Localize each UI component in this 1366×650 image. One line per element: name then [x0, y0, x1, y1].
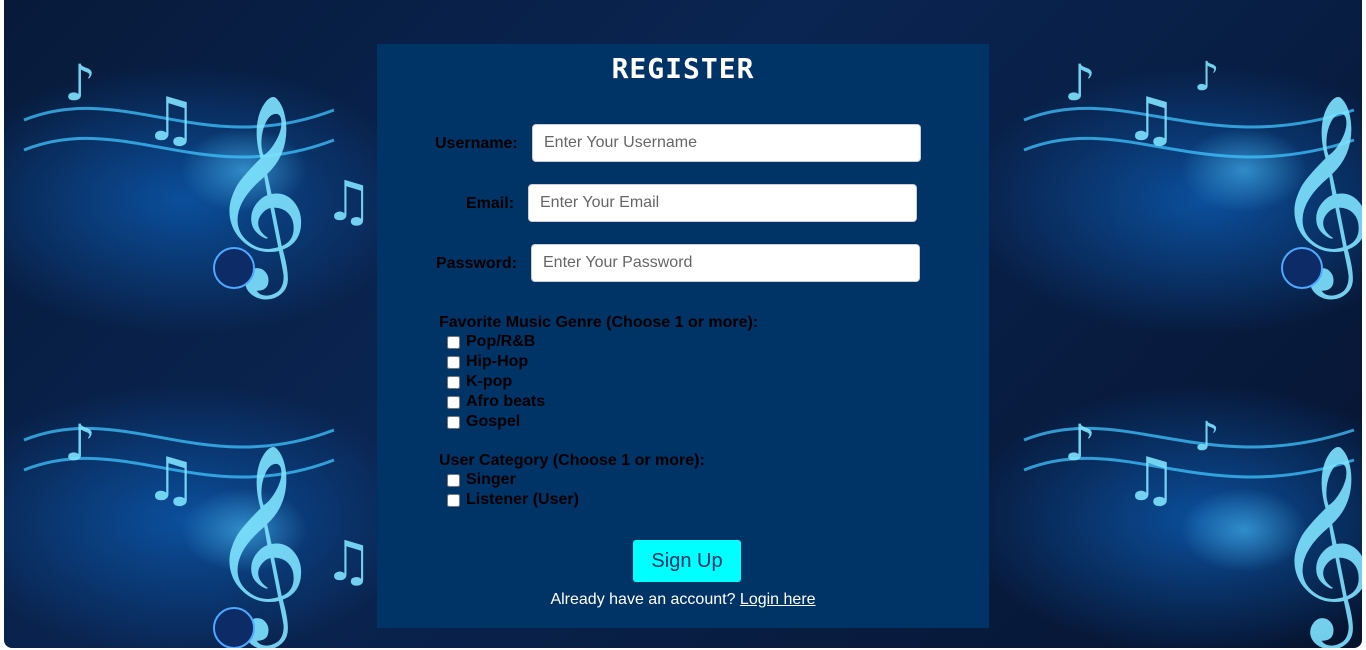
- music-note-icon: ♪: [64, 54, 96, 112]
- genre-option-label: Pop/R&B: [466, 333, 536, 350]
- genre-option[interactable]: Gospel: [445, 412, 520, 432]
- genre-option-label: Gospel: [466, 413, 521, 430]
- page-title: REGISTER: [611, 52, 755, 85]
- email-input[interactable]: [528, 184, 917, 222]
- genre-option[interactable]: Afro beats: [445, 392, 545, 412]
- genre-checkbox-gospel[interactable]: [447, 415, 460, 429]
- page-background: 𝄞 𝄞 𝄞 𝄞 ♫ ♪ ♫ ♫ ♪ ♫ ♫ ♪ ♪ ♫ ♪ ♪ REGISTER…: [4, 0, 1362, 648]
- email-label: Email:: [466, 195, 515, 212]
- category-checkbox-singer[interactable]: [447, 473, 460, 487]
- genre-option[interactable]: Pop/R&B: [445, 332, 535, 352]
- password-label: Password:: [436, 255, 517, 272]
- music-note-icon: ♫: [144, 445, 198, 515]
- login-prompt-text: Already have an account?: [550, 591, 736, 608]
- username-input[interactable]: [532, 124, 921, 162]
- login-link[interactable]: Login here: [740, 591, 816, 608]
- genre-checkbox-hip-hop[interactable]: [447, 355, 460, 369]
- genre-option-label: Hip-Hop: [466, 353, 529, 370]
- genre-checkbox-pop-rnb[interactable]: [447, 335, 460, 349]
- music-note-icon: ♪: [64, 414, 96, 472]
- music-note-icon: ♪: [1064, 54, 1096, 112]
- music-note-icon: ♫: [144, 85, 198, 155]
- register-card: REGISTER Username: Email: Password: Favo…: [377, 44, 989, 628]
- sign-up-button[interactable]: Sign Up: [633, 540, 741, 582]
- category-group-label: User Category (Choose 1 or more):: [439, 452, 705, 469]
- category-checkbox-listener[interactable]: [447, 493, 460, 507]
- music-note-icon: ♫: [324, 169, 373, 233]
- genre-group-label: Favorite Music Genre (Choose 1 or more):: [439, 314, 759, 331]
- music-note-icon: ♪: [1194, 414, 1220, 460]
- category-option-label: Singer: [466, 471, 516, 488]
- category-option-label: Listener (User): [466, 491, 579, 508]
- music-note-icon: ♪: [1064, 414, 1096, 472]
- genre-checkbox-k-pop[interactable]: [447, 375, 460, 389]
- treble-clef-icon: 𝄞: [1274, 443, 1362, 648]
- category-option[interactable]: Listener (User): [445, 490, 579, 510]
- genre-option[interactable]: K-pop: [445, 372, 512, 392]
- category-option[interactable]: Singer: [445, 470, 516, 490]
- genre-option-label: K-pop: [466, 373, 513, 390]
- password-input[interactable]: [531, 244, 920, 282]
- username-label: Username:: [435, 135, 518, 152]
- music-note-icon: ♫: [1124, 445, 1178, 515]
- music-note-icon: ♪: [1194, 54, 1220, 100]
- genre-option[interactable]: Hip-Hop: [445, 352, 528, 372]
- music-note-icon: ♫: [1124, 85, 1178, 155]
- genre-checkbox-afro-beats[interactable]: [447, 395, 460, 409]
- music-note-icon: ♫: [324, 529, 373, 593]
- genre-option-label: Afro beats: [466, 393, 546, 410]
- login-prompt: Already have an account? Login here: [377, 591, 989, 609]
